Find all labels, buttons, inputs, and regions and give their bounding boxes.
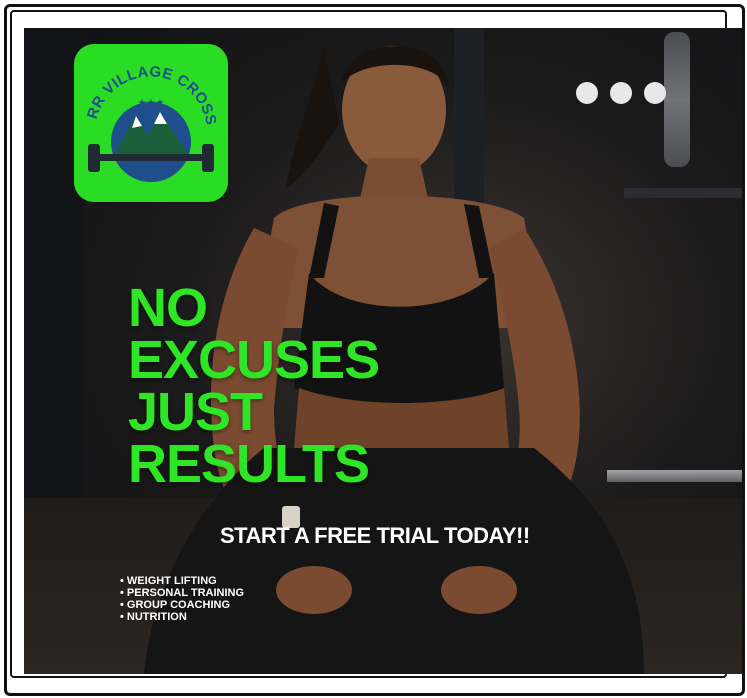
headline-line-2: EXCUSES [128,330,380,390]
promo-poster: STARR VILLAGE CROSSFIT ★★★ NO EXCUSES JU… [24,28,742,674]
pagination-dot-3[interactable] [644,82,666,104]
free-trial-cta: START A FREE TRIAL TODAY!! [220,523,530,548]
crossfit-logo: STARR VILLAGE CROSSFIT ★★★ [68,31,228,202]
service-item: WEIGHT LIFTING [120,575,244,587]
service-item: NUTRITION [120,611,244,623]
headline-line-4: RESULTS [128,434,370,494]
service-item: GROUP COACHING [120,599,244,611]
services-list: WEIGHT LIFTING PERSONAL TRAINING GROUP C… [120,575,244,623]
pagination-dots [576,82,666,104]
headline-line-3: JUST [128,382,263,442]
headline-line-1: NO [128,278,208,338]
pagination-dot-2[interactable] [610,82,632,104]
logo-emblem: STARR VILLAGE CROSSFIT ★★★ [68,31,219,182]
service-item: PERSONAL TRAINING [120,587,244,599]
pagination-dot-1[interactable] [576,82,598,104]
svg-text:★★★: ★★★ [138,98,165,109]
headline: NO EXCUSES JUST RESULTS [128,278,380,494]
